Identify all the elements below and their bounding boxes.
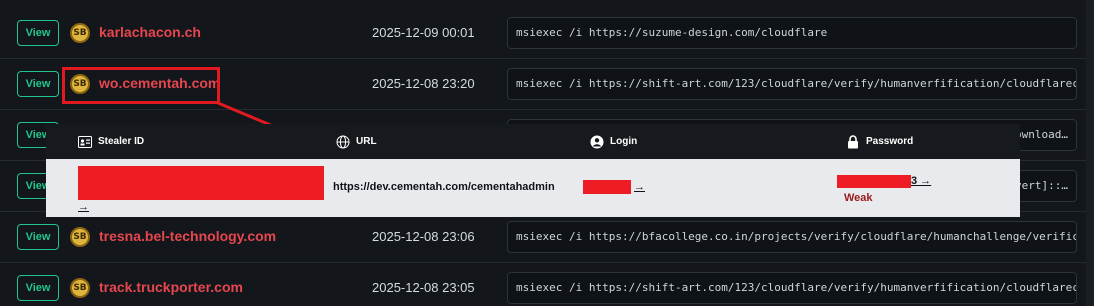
timestamp: 2025-12-08 23:20 xyxy=(372,76,475,91)
password-link[interactable]: 3 → xyxy=(911,175,931,187)
user-icon xyxy=(590,135,604,149)
header-label: Password xyxy=(866,136,914,147)
domain-link[interactable]: tresna.bel-technology.com xyxy=(99,228,276,244)
credential-url: https://dev.cementah.com/cementahadmin xyxy=(333,181,555,193)
command-field[interactable]: msiexec /i https://suzume-design.com/clo… xyxy=(507,17,1077,49)
table-row: View SB karlachacon.ch 2025-12-09 00:01 … xyxy=(0,8,1094,59)
view-button[interactable]: View xyxy=(17,224,59,250)
command-field[interactable]: msiexec /i https://shift-art.com/123/clo… xyxy=(507,68,1077,100)
redaction-password xyxy=(837,175,911,188)
id-card-icon xyxy=(78,135,92,149)
site-logo-icon: SB xyxy=(70,23,90,43)
command-field[interactable]: msiexec /i https://shift-art.com/123/clo… xyxy=(507,272,1077,304)
table-row: View SB track.truckporter.com 2025-12-08… xyxy=(0,263,1094,306)
header-login: Login xyxy=(590,124,637,159)
header-label: URL xyxy=(356,136,377,147)
header-label: Stealer ID xyxy=(98,136,145,147)
overlay-header: Stealer ID URL Login Password xyxy=(46,124,1020,159)
redaction-login xyxy=(583,180,631,194)
lock-icon xyxy=(846,134,860,149)
view-button[interactable]: View xyxy=(17,20,59,46)
site-logo-icon: SB xyxy=(70,227,90,247)
table-row: View SB tresna.bel-technology.com 2025-1… xyxy=(0,212,1094,263)
annotation-highlight-box xyxy=(62,67,220,104)
domain-link[interactable]: track.truckporter.com xyxy=(99,279,243,295)
overlay-row: → https://dev.cementah.com/cementahadmin… xyxy=(46,159,1020,217)
header-stealer-id: Stealer ID xyxy=(78,124,144,159)
domain-link[interactable]: karlachacon.ch xyxy=(99,24,201,40)
timestamp: 2025-12-08 23:06 xyxy=(372,229,475,244)
password-strength-badge: Weak xyxy=(844,192,873,204)
timestamp: 2025-12-08 23:05 xyxy=(372,280,475,295)
login-link[interactable]: → xyxy=(634,181,645,193)
header-url: URL xyxy=(336,124,377,159)
site-logo-icon: SB xyxy=(70,278,90,298)
stealer-id-link[interactable]: → xyxy=(78,201,89,213)
credential-overlay: Stealer ID URL Login Password → https://… xyxy=(46,124,1020,217)
scrollbar[interactable] xyxy=(1086,0,1094,306)
globe-icon xyxy=(336,135,350,149)
view-button[interactable]: View xyxy=(17,71,59,97)
command-field[interactable]: msiexec /i https://bfacollege.co.in/proj… xyxy=(507,221,1077,253)
redaction-stealer-id xyxy=(78,166,324,200)
view-button[interactable]: View xyxy=(17,275,59,301)
header-password: Password xyxy=(846,124,913,159)
header-label: Login xyxy=(610,136,638,147)
timestamp: 2025-12-09 00:01 xyxy=(372,25,475,40)
